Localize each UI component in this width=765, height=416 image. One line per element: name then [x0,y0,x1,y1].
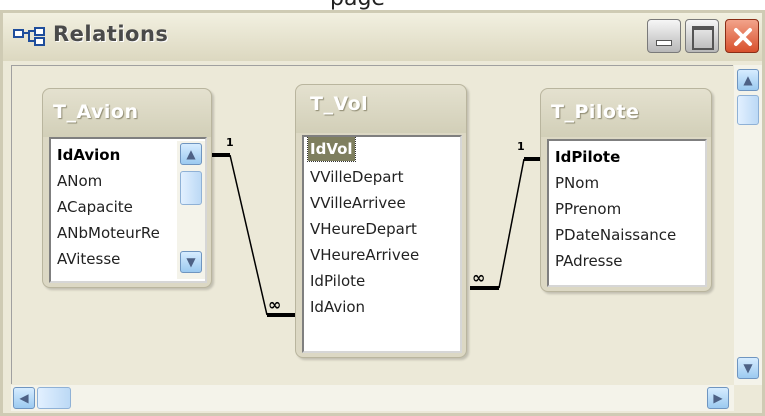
many-label-avion: ∞ [268,295,281,314]
field-list-scrollbar[interactable]: ▲ ▼ [177,141,205,279]
scroll-up-arrow-icon[interactable]: ▲ [737,69,759,91]
field-item-selected[interactable]: IdVol [307,137,356,162]
table-title: T_Avion [53,101,139,123]
relations-window: Relations 1 ∞ 1 ∞ T_Avion IdAvion ANom A… [0,10,765,416]
field-item[interactable]: IdPilote [555,145,620,169]
scroll-down-arrow-icon[interactable]: ▼ [737,357,759,379]
table-header[interactable]: T_Avion [43,89,211,137]
close-button[interactable] [725,19,759,53]
field-item[interactable]: ANbMoteurRe [57,221,160,245]
one-label-pilote: 1 [517,140,525,153]
field-item[interactable]: ACapacite [57,195,133,219]
scroll-left-arrow-icon[interactable]: ◀ [13,387,35,409]
field-item[interactable]: VVilleArrivee [310,191,406,215]
field-list[interactable]: IdPilote PNom PPrenom PDateNaissance PAd… [547,139,707,287]
field-item[interactable]: IdAvion [57,143,120,167]
table-header[interactable]: T_Pilote [541,89,711,137]
table-t-vol[interactable]: T_Vol IdVol VVilleDepart VVilleArrivee V… [295,84,467,358]
close-icon [734,28,752,46]
scroll-right-arrow-icon[interactable]: ▶ [707,387,729,409]
field-item[interactable]: PAdresse [555,249,623,273]
title-bar[interactable]: Relations [3,13,762,61]
scroll-down-arrow-icon[interactable]: ▼ [180,251,202,273]
minimize-button[interactable] [647,19,681,53]
relations-canvas[interactable]: 1 ∞ 1 ∞ T_Avion IdAvion ANom ACapacite A… [11,65,733,384]
relations-icon [13,27,45,46]
vertical-scroll-thumb[interactable] [737,95,759,125]
field-item[interactable]: IdAvion [310,295,365,319]
window-title: Relations [53,22,169,46]
table-header[interactable]: T_Vol [296,85,466,133]
maximize-button[interactable] [685,19,719,53]
vertical-scrollbar[interactable]: ▲ ▼ [734,65,762,385]
field-item[interactable]: PPrenom [555,197,621,221]
relationship-avion-vol[interactable] [212,153,295,317]
scroll-up-arrow-icon[interactable]: ▲ [180,143,202,165]
field-list[interactable]: IdAvion ANom ACapacite ANbMoteurRe AVite… [49,137,207,283]
field-item[interactable]: PDateNaissance [555,223,676,247]
table-t-pilote[interactable]: T_Pilote IdPilote PNom PPrenom PDateNais… [540,88,712,292]
table-t-avion[interactable]: T_Avion IdAvion ANom ACapacite ANbMoteur… [42,88,212,288]
field-item[interactable]: AVitesse [57,247,120,271]
field-item[interactable]: PNom [555,171,599,195]
field-item[interactable]: ANom [57,169,102,193]
field-item[interactable]: IdPilote [310,269,365,293]
one-label-avion: 1 [226,136,234,149]
field-list[interactable]: IdVol VVilleDepart VVilleArrivee VHeureD… [302,135,462,353]
scroll-thumb[interactable] [180,171,202,205]
horizontal-scroll-thumb[interactable] [37,387,71,409]
table-title: T_Pilote [551,101,640,123]
horizontal-scrollbar[interactable]: ◀ ▶ [11,385,734,411]
field-item[interactable]: VVilleDepart [310,165,403,189]
many-label-pilote: ∞ [472,268,485,287]
table-title: T_Vol [310,93,369,115]
field-item[interactable]: VHeureDepart [310,217,417,241]
field-item[interactable]: VHeureArrivee [310,243,419,267]
